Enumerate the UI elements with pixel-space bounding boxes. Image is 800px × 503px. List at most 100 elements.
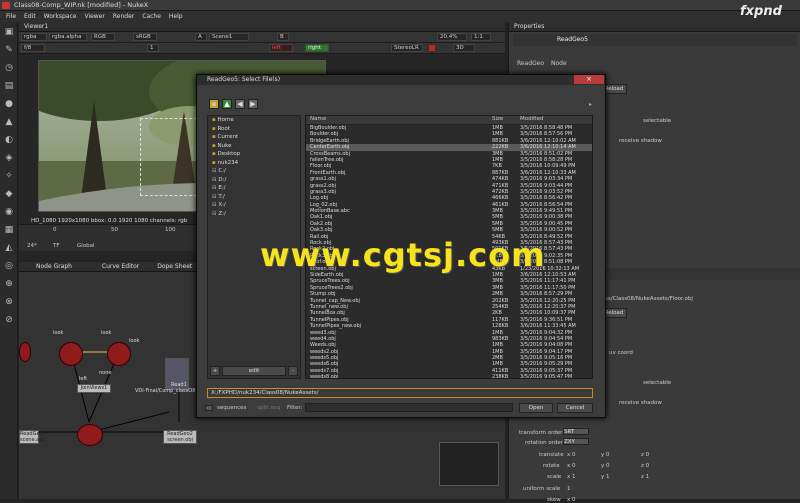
- shortcut-item[interactable]: ⊟ E:/: [208, 184, 300, 193]
- shortcut-item[interactable]: ▪ Current: [208, 133, 300, 142]
- a-input-label[interactable]: A: [195, 33, 207, 41]
- menu-viewer[interactable]: Viewer: [84, 13, 104, 20]
- shortcut-item[interactable]: ⊟ T:/: [208, 193, 300, 202]
- image-icon[interactable]: ▣: [3, 26, 15, 38]
- skew-x[interactable]: x 0: [567, 497, 576, 503]
- forward-arrow-icon[interactable]: ▶: [248, 99, 258, 109]
- menu-workspace[interactable]: Workspace: [44, 13, 77, 20]
- tab-dope-sheet[interactable]: Dope Sheet: [152, 262, 197, 271]
- scale-z[interactable]: z 1: [641, 474, 649, 480]
- rotate-y[interactable]: y 0: [601, 463, 610, 469]
- node-scanline-render[interactable]: [77, 424, 103, 446]
- shortcut-item[interactable]: ▪ Root: [208, 125, 300, 134]
- column-size[interactable]: Size: [492, 116, 503, 122]
- column-name[interactable]: Name: [310, 116, 326, 122]
- receive-shadow-checkbox[interactable]: receive shadow: [619, 138, 662, 144]
- shortcut-item[interactable]: ⊟ D:/: [208, 176, 300, 185]
- other-icon[interactable]: ◎: [3, 260, 15, 272]
- rotate-z[interactable]: z 0: [641, 463, 649, 469]
- channel-icon[interactable]: ▤: [3, 80, 15, 92]
- node-readgeo1[interactable]: ReadGeo1 scene.abc: [19, 430, 46, 444]
- merge-icon[interactable]: ◈: [3, 152, 15, 164]
- cancel-button[interactable]: Cancel: [557, 403, 593, 413]
- translate-x[interactable]: x 0: [567, 452, 576, 458]
- filter-input[interactable]: [305, 403, 513, 412]
- filter-icon[interactable]: ▲: [3, 116, 15, 128]
- toolsets-icon[interactable]: ◭: [3, 242, 15, 254]
- add-shortcut-button[interactable]: +: [210, 366, 220, 376]
- alpha-dropdown[interactable]: rgba.alpha: [49, 33, 87, 41]
- translate-z[interactable]: z 0: [641, 452, 649, 458]
- path-input[interactable]: X:/FXPHD/nuk234/Class08/NukeAssets/: [207, 388, 593, 398]
- views-icon[interactable]: ◉: [3, 206, 15, 218]
- node-graph-minimap[interactable]: [439, 442, 499, 486]
- scene-dropdown[interactable]: Scene1: [209, 33, 249, 41]
- plugins-icon[interactable]: ⊘: [3, 314, 15, 326]
- menu-file[interactable]: File: [6, 13, 16, 20]
- left-view-button[interactable]: left: [269, 44, 293, 52]
- zoom-dropdown[interactable]: 20.4%: [437, 33, 467, 41]
- uniform-scale-value[interactable]: 1: [567, 486, 571, 492]
- b-input-label[interactable]: B: [277, 33, 289, 41]
- shortcut-item[interactable]: ⊟ C:/: [208, 167, 300, 176]
- preview-toggle-icon[interactable]: ▸: [589, 101, 592, 108]
- transform-order-dropdown[interactable]: SRT: [563, 428, 589, 435]
- tab-properties[interactable]: Properties: [509, 22, 549, 31]
- scale-x[interactable]: x 1: [567, 474, 576, 480]
- transform-icon[interactable]: ✧: [3, 170, 15, 182]
- node-joinviews[interactable]: JoinViews1: [77, 384, 111, 393]
- color-icon[interactable]: ●: [3, 98, 15, 110]
- menu-cache[interactable]: Cache: [142, 13, 161, 20]
- menu-render[interactable]: Render: [113, 13, 134, 20]
- global-dropdown[interactable]: Global: [77, 243, 95, 249]
- right-view-button[interactable]: right: [305, 44, 329, 52]
- tab-curve-editor[interactable]: Curve Editor: [97, 262, 144, 271]
- selectable-checkbox[interactable]: selectable: [643, 118, 671, 124]
- menu-help[interactable]: Help: [169, 13, 183, 20]
- file-row[interactable]: weeds8.obj 238KB 3/5/2016 9:05:47 PM: [306, 374, 592, 378]
- translate-y[interactable]: y 0: [601, 452, 610, 458]
- shortcut-item[interactable]: ▪ Home: [208, 116, 300, 125]
- edit-shortcut-button[interactable]: edit: [222, 366, 286, 376]
- fps-dropdown[interactable]: 24*: [27, 243, 37, 249]
- shortcut-item[interactable]: ▪ Nuke: [208, 142, 300, 151]
- file-path-field[interactable]: ss/Class08/NukeAssets/Floor.obj: [605, 296, 693, 302]
- tab-node-graph[interactable]: Node Graph: [31, 262, 77, 271]
- open-button[interactable]: Open: [519, 403, 553, 413]
- remove-shortcut-button[interactable]: -: [288, 366, 298, 376]
- ratio-dropdown[interactable]: 1:1: [471, 33, 491, 41]
- receive-shadow-checkbox-2[interactable]: receive shadow: [619, 400, 662, 406]
- rotation-order-dropdown[interactable]: ZXY: [563, 438, 589, 445]
- view-mode-dropdown[interactable]: 3D: [453, 44, 475, 52]
- shortcut-item[interactable]: ⊟ X:/: [208, 201, 300, 210]
- stereo-mode-dropdown[interactable]: StereoLR: [391, 44, 423, 52]
- node-look-1[interactable]: [59, 342, 83, 366]
- back-arrow-icon[interactable]: ◀: [235, 99, 245, 109]
- tab-viewer1[interactable]: Viewer1: [19, 22, 53, 31]
- 3d-icon[interactable]: ◆: [3, 188, 15, 200]
- selectable-checkbox-2[interactable]: selectable: [643, 380, 671, 386]
- lut-dropdown[interactable]: sRGB: [133, 33, 157, 41]
- colorspace-dropdown[interactable]: RGB: [91, 33, 115, 41]
- furnace-icon[interactable]: ⊕: [3, 278, 15, 290]
- time-icon[interactable]: ◷: [3, 62, 15, 74]
- tf-dropdown[interactable]: TF: [53, 243, 60, 249]
- sequences-checkbox[interactable]: [205, 405, 213, 411]
- fstop-field[interactable]: f/8: [21, 44, 45, 52]
- shortcut-item[interactable]: ▪ nuk234: [208, 159, 300, 168]
- node-look-left[interactable]: [19, 342, 31, 362]
- close-icon[interactable]: ×: [574, 75, 604, 84]
- node-look-2[interactable]: [107, 342, 131, 366]
- gamma-field[interactable]: 1: [147, 44, 159, 52]
- folder-icon[interactable]: ▪: [209, 99, 219, 109]
- record-icon[interactable]: [429, 45, 435, 51]
- draw-icon[interactable]: ✎: [3, 44, 15, 56]
- ocula-icon[interactable]: ⊗: [3, 296, 15, 308]
- scale-y[interactable]: y 1: [601, 474, 610, 480]
- channels-dropdown[interactable]: rgba: [21, 33, 47, 41]
- metadata-icon[interactable]: ▦: [3, 224, 15, 236]
- shortcut-item[interactable]: ⊟ Z:/: [208, 210, 300, 219]
- node-name-field[interactable]: ReadGeo5: [557, 36, 588, 43]
- menu-edit[interactable]: Edit: [24, 13, 36, 20]
- rotate-x[interactable]: x 0: [567, 463, 576, 469]
